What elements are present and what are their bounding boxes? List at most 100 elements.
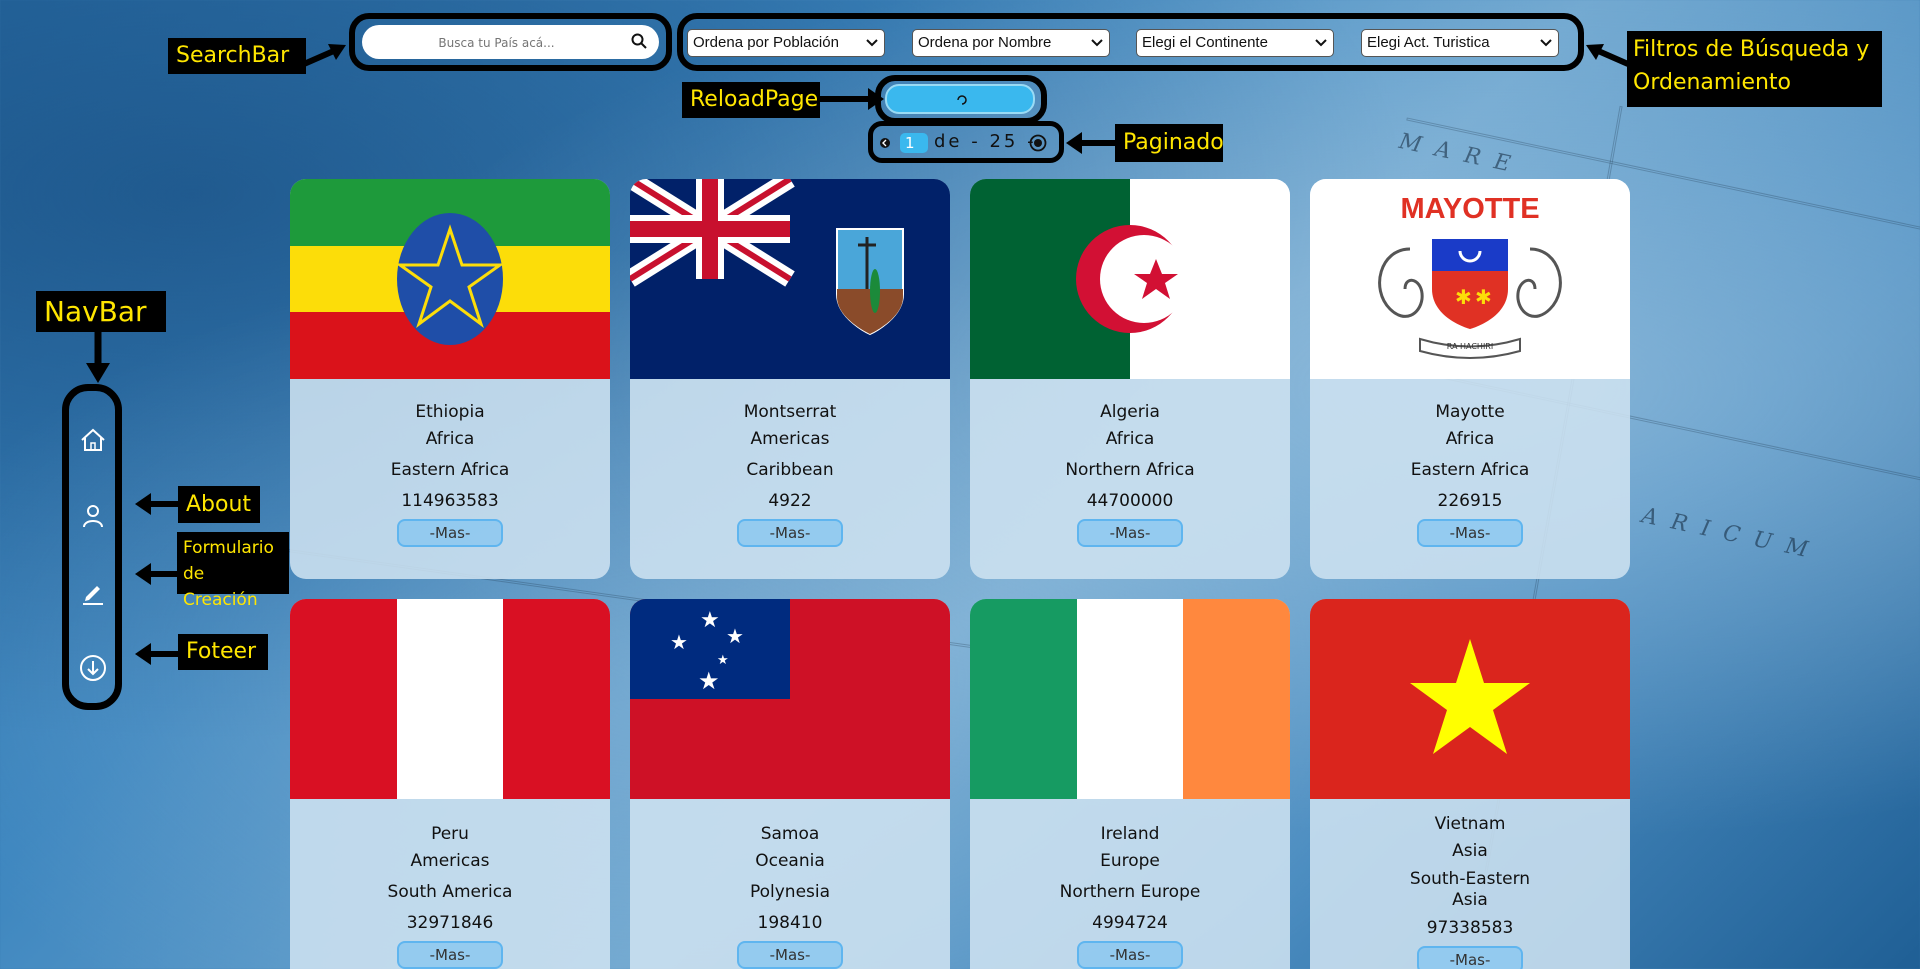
country-name: Ireland <box>1100 824 1160 844</box>
country-continent: Asia <box>1452 841 1488 861</box>
country-name: Ethiopia <box>415 402 485 422</box>
map-word-aricum: ARICUM <box>1639 503 1824 566</box>
formulario-annotation-line2: de Creación <box>183 564 258 610</box>
name-order-label: Ordena por Nombre <box>918 34 1052 51</box>
chevron-down-icon <box>1315 39 1327 47</box>
reload-annotation: ReloadPage <box>682 82 820 118</box>
country-card[interactable]: Ireland Europe Northern Europe 4994724 -… <box>970 599 1290 969</box>
country-card[interactable]: Peru Americas South America 32971846 -Ma… <box>290 599 610 969</box>
card-info: Peru Americas South America 32971846 -Ma… <box>290 821 610 969</box>
flag-mayotte-motto: RA HACHIRI <box>1446 342 1494 351</box>
navbar-annotation: NavBar <box>36 291 166 332</box>
country-continent: Africa <box>1105 429 1155 449</box>
prev-page-icon[interactable] <box>879 137 891 149</box>
more-button[interactable]: -Mas- <box>1077 519 1183 547</box>
country-population: 44700000 <box>1086 491 1174 511</box>
country-name: Peru <box>431 824 469 844</box>
country-name: Algeria <box>1100 402 1160 422</box>
reload-button[interactable] <box>885 84 1035 114</box>
country-subregion: Northern Africa <box>1065 460 1195 480</box>
nav-home[interactable] <box>79 426 107 454</box>
flag-ethiopia <box>290 179 610 379</box>
country-population: 4994724 <box>1092 913 1168 933</box>
country-population: 198410 <box>757 913 823 933</box>
formulario-annotation-line1: Formulario <box>183 538 274 558</box>
nav-footer[interactable] <box>79 654 107 682</box>
home-icon <box>81 428 105 451</box>
flag-montserrat <box>630 179 950 379</box>
country-name: Samoa <box>760 824 820 844</box>
svg-text:★: ★ <box>670 630 688 654</box>
searchbar-arrow <box>302 44 346 67</box>
country-card[interactable]: ★ ★ ★ ★ ★ Samoa Oceania Polynesia 198410… <box>630 599 950 969</box>
more-button[interactable]: -Mas- <box>397 941 503 969</box>
more-button[interactable]: -Mas- <box>1417 519 1523 547</box>
card-info: Algeria Africa Northern Africa 44700000 … <box>970 399 1290 547</box>
continent-select[interactable]: Elegi el Continente <box>1136 29 1334 57</box>
paginado-annotation: Paginado <box>1115 124 1224 162</box>
activity-select-label: Elegi Act. Turistica <box>1367 34 1490 51</box>
flag-ireland <box>970 599 1290 799</box>
svg-text:★: ★ <box>700 608 720 633</box>
country-continent: Europe <box>1100 851 1160 871</box>
filters-arrow <box>1586 44 1630 67</box>
user-icon <box>83 505 103 528</box>
filters-annotation-text: Filtros de Búsqueda y Ordenamiento <box>1633 37 1870 95</box>
searchbar-annotation: SearchBar <box>168 38 306 74</box>
country-card[interactable]: Ethiopia Africa Eastern Africa 114963583… <box>290 179 610 579</box>
nav-create-form[interactable] <box>79 578 107 606</box>
flag-algeria <box>970 179 1290 379</box>
country-subregion: Eastern Africa <box>1410 460 1530 480</box>
country-population: 97338583 <box>1426 918 1514 938</box>
pencil-icon <box>83 586 103 605</box>
navbar <box>62 384 122 710</box>
country-population: 32971846 <box>406 913 494 933</box>
footer-annotation: Foteer <box>178 634 268 670</box>
population-order-select[interactable]: Ordena por Población <box>687 29 885 57</box>
more-button[interactable]: -Mas- <box>737 519 843 547</box>
more-button[interactable]: -Mas- <box>1077 941 1183 969</box>
country-subregion: South America <box>387 882 513 902</box>
country-continent: Oceania <box>755 851 825 871</box>
country-card[interactable]: MAYOTTE ✱ ✱ RA HACHIRI Mayotte Africa Ea… <box>1310 179 1630 579</box>
arrow-down-circle-icon <box>80 655 106 681</box>
country-name: Vietnam <box>1434 814 1506 834</box>
card-info: Ethiopia Africa Eastern Africa 114963583… <box>290 399 610 547</box>
chevron-down-icon <box>1540 39 1552 47</box>
country-card[interactable]: Montserrat Americas Caribbean 4922 -Mas- <box>630 179 950 579</box>
searchbar <box>362 25 659 59</box>
country-subregion-line2: Asia <box>1452 890 1488 910</box>
activity-select[interactable]: Elegi Act. Turistica <box>1361 29 1559 57</box>
country-population: 114963583 <box>401 491 499 511</box>
card-info: Mayotte Africa Eastern Africa 226915 -Ma… <box>1310 399 1630 547</box>
flag-peru <box>290 599 610 799</box>
card-info: Vietnam Asia South-Eastern Asia 97338583… <box>1310 811 1630 969</box>
search-input[interactable] <box>372 30 621 56</box>
chevron-down-icon <box>866 39 878 47</box>
map-word-mare: MARE <box>1396 129 1527 180</box>
country-subregion: Eastern Africa <box>390 460 510 480</box>
more-button[interactable]: -Mas- <box>1417 946 1523 969</box>
page-number-input[interactable]: 1 <box>900 133 928 153</box>
flag-vietnam <box>1310 599 1630 799</box>
svg-text:★: ★ <box>726 624 744 648</box>
next-page-icon[interactable] <box>1029 134 1047 152</box>
search-icon[interactable] <box>631 33 647 53</box>
page-total-label: de - 25 - <box>934 131 1037 152</box>
card-info: Montserrat Americas Caribbean 4922 -Mas- <box>630 399 950 547</box>
more-button[interactable]: -Mas- <box>737 941 843 969</box>
country-card[interactable]: Algeria Africa Northern Africa 44700000 … <box>970 179 1290 579</box>
reload-icon <box>957 95 967 105</box>
country-continent: Africa <box>425 429 475 449</box>
svg-text:✱: ✱ <box>1455 285 1472 309</box>
country-card[interactable]: Vietnam Asia South-Eastern Asia 97338583… <box>1310 599 1630 969</box>
svg-text:★: ★ <box>698 667 720 695</box>
nav-about[interactable] <box>79 502 107 530</box>
country-subregion: Caribbean <box>746 460 834 480</box>
svg-text:★: ★ <box>717 653 729 668</box>
country-continent: Americas <box>750 429 830 449</box>
more-button[interactable]: -Mas- <box>397 519 503 547</box>
country-population: 4922 <box>768 491 812 511</box>
name-order-select[interactable]: Ordena por Nombre <box>912 29 1110 57</box>
country-subregion-line1: South-Eastern <box>1409 869 1531 889</box>
